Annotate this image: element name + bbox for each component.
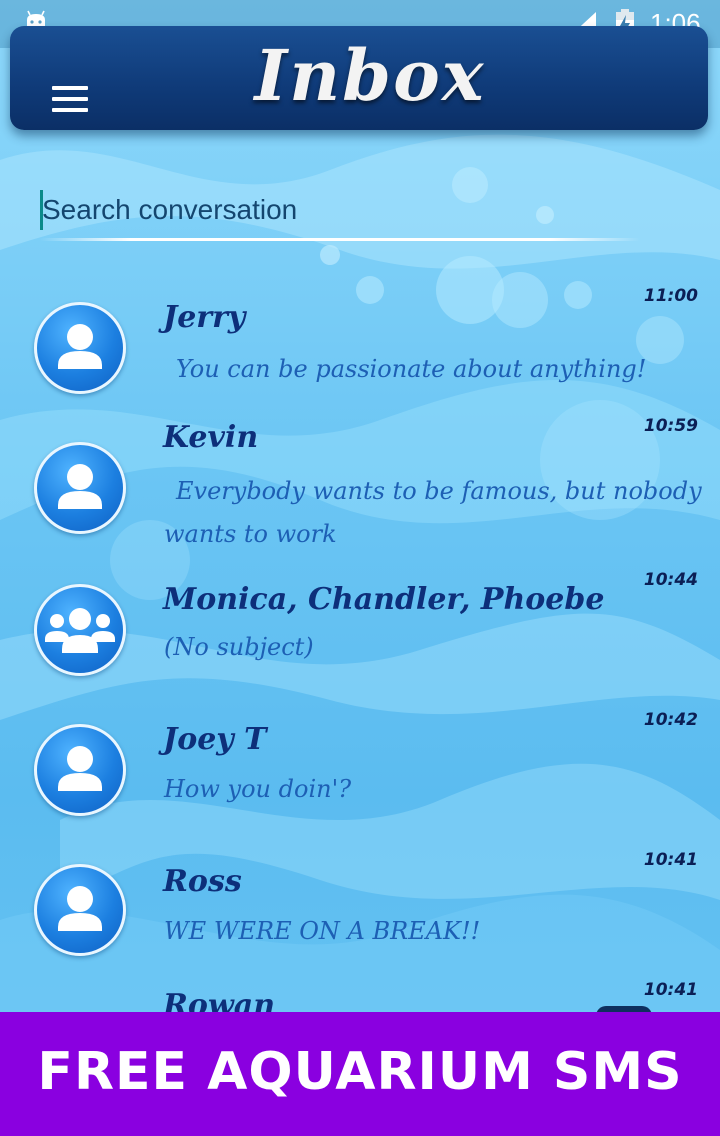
contact-name: Kevin <box>163 420 259 455</box>
message-preview: You can be passionate about anything! <box>176 355 647 383</box>
conversation-item[interactable]: Ross WE WERE ON A BREAK!! 10:41 <box>0 850 720 990</box>
single-person-icon <box>58 464 102 509</box>
message-preview: WE WERE ON A BREAK!! <box>164 917 481 945</box>
conversation-item[interactable]: Monica, Chandler, Phoebe (No subject) 10… <box>0 570 720 710</box>
avatar[interactable] <box>34 584 126 676</box>
message-time: 10:59 <box>643 416 698 436</box>
message-preview: How you doin'? <box>164 775 352 803</box>
search-input[interactable] <box>40 186 642 234</box>
page-title: Inbox <box>254 34 486 117</box>
menu-button[interactable] <box>52 86 88 116</box>
single-person-icon <box>58 886 102 931</box>
group-icon <box>45 608 115 653</box>
avatar[interactable] <box>34 724 126 816</box>
app-bar: Inbox <box>10 26 708 130</box>
message-time: 10:41 <box>643 980 698 1000</box>
contact-name: Ross <box>163 864 242 899</box>
contact-name: Joey T <box>163 722 267 757</box>
message-time: 11:00 <box>643 286 698 306</box>
message-time: 10:41 <box>643 850 698 870</box>
search-underline <box>40 238 640 241</box>
contact-name: Jerry <box>163 300 246 335</box>
message-time: 10:42 <box>643 710 698 730</box>
conversation-item[interactable]: Joey T How you doin'? 10:42 <box>0 710 720 850</box>
text-cursor <box>40 190 43 230</box>
message-preview: Everybody wants to be famous, but nobody… <box>164 477 702 548</box>
avatar[interactable] <box>34 302 126 394</box>
message-time: 10:44 <box>643 570 698 590</box>
hamburger-icon <box>52 86 88 90</box>
promo-banner[interactable]: FREE AQUARIUM SMS <box>0 1012 720 1136</box>
conversation-item[interactable]: Kevin Everybody wants to be famous, but … <box>0 412 720 562</box>
conversation-item[interactable]: Jerry You can be passionate about anythi… <box>0 280 720 412</box>
avatar[interactable] <box>34 442 126 534</box>
search-bar[interactable] <box>40 186 642 238</box>
single-person-icon <box>58 324 102 369</box>
avatar[interactable] <box>34 864 126 956</box>
contact-name: Monica, Chandler, Phoebe <box>163 582 605 617</box>
single-person-icon <box>58 746 102 791</box>
message-preview: (No subject) <box>164 633 314 661</box>
